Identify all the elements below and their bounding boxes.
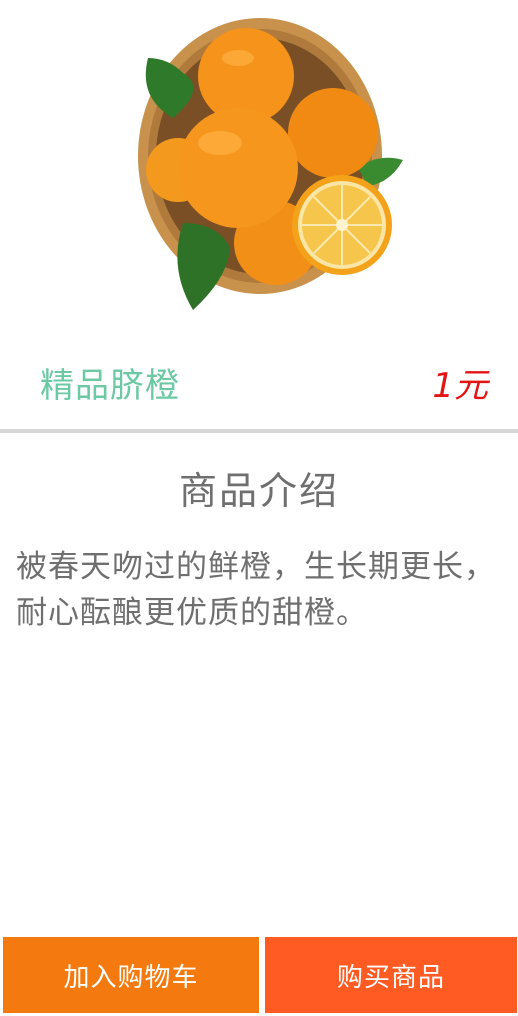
product-image — [138, 18, 403, 310]
divider — [0, 429, 518, 433]
product-description: 被春天吻过的鲜橙，生长期更长，耐心酝酿更优质的甜橙。 — [16, 549, 496, 631]
add-to-cart-button[interactable]: 加入购物车 — [3, 937, 259, 1013]
orange — [178, 108, 298, 228]
product-price: 1元 — [432, 366, 488, 406]
section-title: 商品介绍 — [178, 469, 339, 513]
product-header: 精品脐橙 1元 — [0, 352, 518, 412]
product-detail-page: 精品脐橙 1元 商品介绍 被春天吻过的鲜橙，生长期更长，耐心酝酿更优质的甜橙。 … — [0, 0, 518, 1016]
orange — [288, 88, 378, 178]
product-name: 精品脐橙 — [40, 366, 180, 406]
buy-now-button[interactable]: 购买商品 — [265, 937, 517, 1013]
